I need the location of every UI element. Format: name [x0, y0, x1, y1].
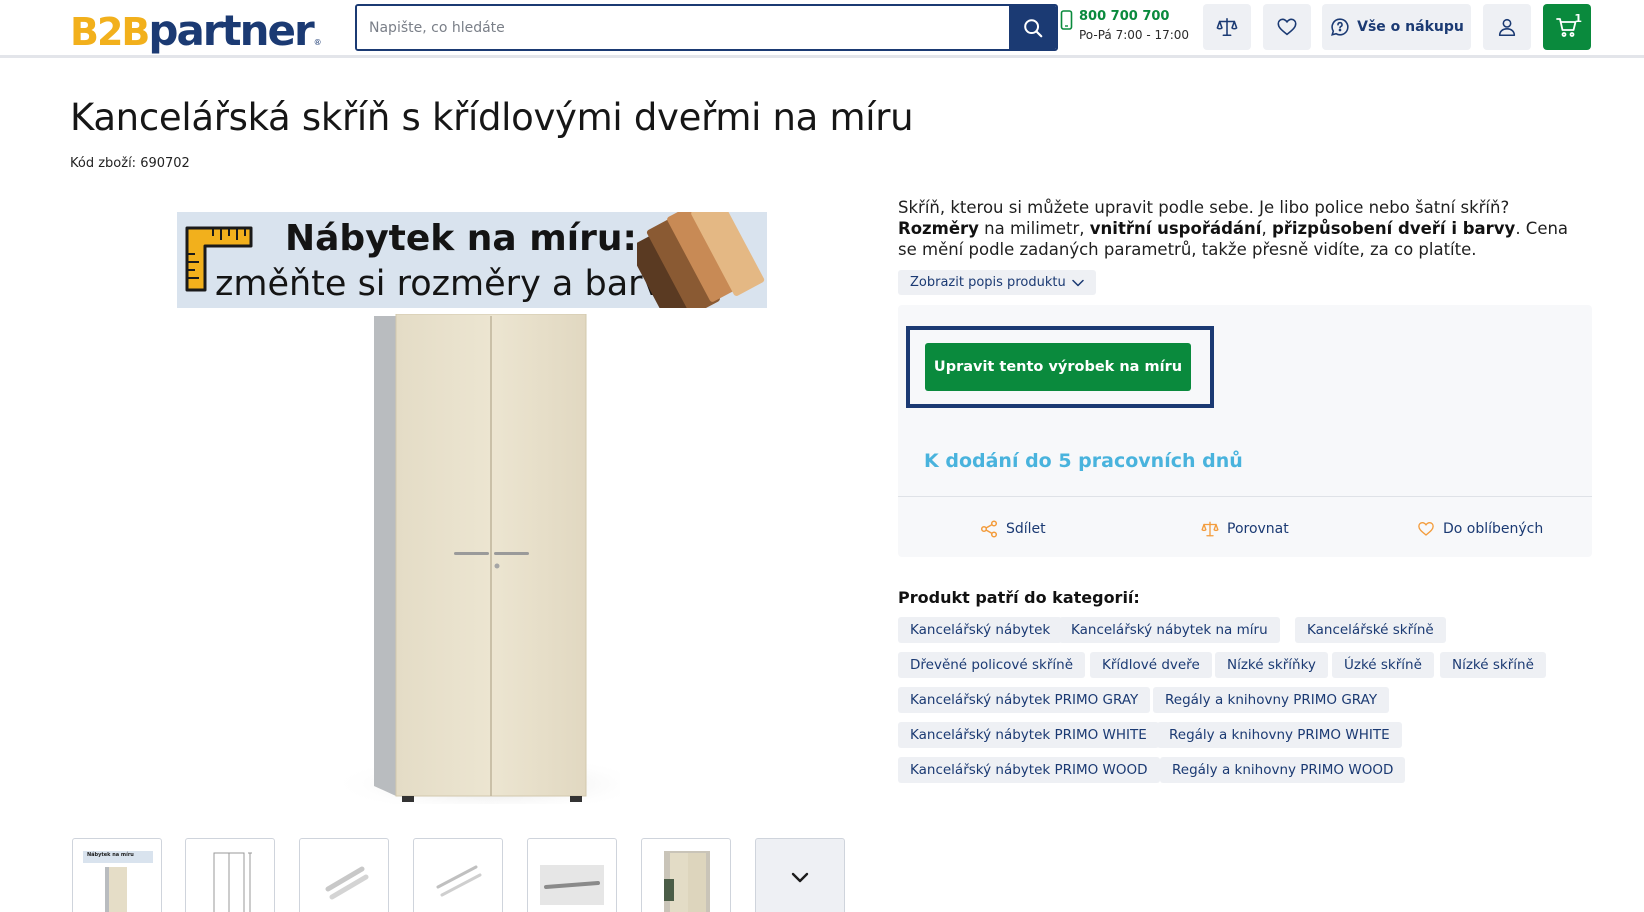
search-icon [1023, 18, 1042, 37]
description-text-3: , [1261, 219, 1272, 238]
category-tag[interactable]: Regály a knihovny PRIMO WHITE [1157, 722, 1402, 748]
favorite-label: Do oblíbených [1443, 521, 1544, 537]
wood-samples-image [637, 212, 765, 308]
category-tag[interactable]: Nízké skříňky [1215, 652, 1328, 678]
category-tag[interactable]: Nízké skříně [1440, 652, 1546, 678]
cart-count-badge: 1 [1574, 12, 1582, 25]
category-tag[interactable]: Kancelářský nábytek PRIMO WOOD [898, 757, 1160, 783]
product-title: Kancelářská skříň s křídlovými dveřmi na… [70, 96, 914, 139]
compare-label: Porovnat [1227, 521, 1289, 537]
thumbnail-4[interactable] [413, 838, 503, 912]
banner-headline: Nábytek na míru: [285, 218, 637, 259]
scales-icon [1201, 521, 1219, 537]
user-icon [1498, 18, 1516, 37]
room-scene-image [664, 851, 710, 912]
logo-partner-text: partner [148, 6, 314, 55]
category-tag[interactable]: Kancelářský nábytek na míru [1059, 617, 1280, 643]
banner-subline: změňte si rozměry a barvy [215, 264, 684, 304]
category-tag[interactable]: Křídlové dveře [1090, 652, 1212, 678]
categories-heading: Produkt patří do kategorií: [898, 588, 1140, 607]
search-button[interactable] [1009, 6, 1056, 49]
hanging-rail-image [540, 865, 604, 905]
category-tag[interactable]: Kancelářský nábytek PRIMO GRAY [898, 687, 1151, 713]
thumbnail-cabinet [105, 867, 127, 912]
thumbnail-3[interactable] [299, 838, 389, 912]
description-text-1: Skříň, kterou si můžete upravit podle se… [898, 198, 1510, 217]
mobile-phone-icon [1060, 10, 1073, 30]
phone-contact[interactable]: 800 700 700 Po-Pá 7:00 - 17:00 [1060, 8, 1195, 48]
compare-button[interactable]: Porovnat [1201, 520, 1289, 538]
custom-furniture-banner[interactable]: Nábytek na míru: změňte si rozměry a bar… [177, 212, 767, 308]
rail-parts-alt-image [436, 865, 482, 897]
chevron-down-icon [1071, 279, 1084, 286]
show-description-toggle[interactable]: Zobrazit popis produktu [898, 270, 1096, 295]
add-to-favorites-button[interactable]: Do oblíbených [1417, 520, 1543, 538]
thumbnail-1[interactable]: Nábytek na míru [72, 838, 162, 912]
chat-bubble-icon [1331, 18, 1349, 36]
category-tag[interactable]: Regály a knihovny PRIMO GRAY [1153, 687, 1390, 713]
cart-button[interactable]: 1 [1543, 4, 1591, 50]
site-logo[interactable]: B2B partner ® [70, 6, 322, 55]
description-text-2: na milimetr, [978, 219, 1090, 238]
category-tag[interactable]: Dřevěné policové skříně [898, 652, 1086, 678]
heart-icon [1418, 522, 1434, 536]
shopping-info-label: Vše o nákupu [1357, 19, 1464, 35]
description-bold-3: přizpůsobení dveří i barvy [1271, 219, 1516, 238]
site-header: B2B partner ® 800 700 700 Po-Pá 7:00 - 1… [0, 0, 1644, 58]
phone-hours: Po-Pá 7:00 - 17:00 [1079, 28, 1190, 42]
rail-parts-image [325, 866, 369, 900]
customize-product-button[interactable]: Upravit tento výrobek na míru [925, 343, 1191, 391]
thumbnail-banner-text: Nábytek na míru [87, 852, 134, 858]
product-short-description: Skříň, kterou si můžete upravit podle se… [898, 197, 1588, 260]
share-icon [980, 520, 998, 538]
favorites-header-button[interactable] [1263, 4, 1311, 50]
chevron-down-icon [791, 872, 809, 883]
scales-icon [1216, 17, 1238, 37]
compare-header-button[interactable] [1203, 4, 1251, 50]
technical-drawing-image [213, 852, 252, 912]
category-tag[interactable]: Regály a knihovny PRIMO WOOD [1160, 757, 1406, 783]
more-thumbnails-button[interactable] [755, 838, 845, 912]
show-description-label: Zobrazit popis produktu [910, 275, 1066, 290]
category-tag[interactable]: Úzké skříně [1332, 652, 1434, 678]
delivery-info: K dodání do 5 pracovních dnů [924, 450, 1243, 472]
thumbnail-5[interactable] [527, 838, 617, 912]
phone-number: 800 700 700 [1079, 9, 1170, 24]
registered-mark: ® [313, 38, 322, 47]
share-label: Sdílet [1006, 521, 1046, 537]
account-button[interactable] [1483, 4, 1531, 50]
product-sku: Kód zboží: 690702 [70, 156, 190, 171]
panel-divider [898, 496, 1592, 497]
category-tag[interactable]: Kancelářský nábytek PRIMO WHITE [898, 722, 1159, 748]
description-bold-2: vnitřní uspořádání [1089, 219, 1262, 238]
heart-icon [1277, 18, 1297, 36]
shopping-info-button[interactable]: Vše o nákupu [1322, 4, 1471, 50]
search-bar [355, 4, 1058, 51]
thumbnail-2[interactable] [185, 838, 275, 912]
category-tag[interactable]: Kancelářské skříně [1295, 617, 1446, 643]
share-button[interactable]: Sdílet [980, 520, 1046, 538]
description-bold-1: Rozměry [898, 219, 979, 238]
thumbnail-6[interactable] [641, 838, 731, 912]
product-main-image[interactable] [320, 314, 620, 804]
category-tag[interactable]: Kancelářský nábytek [898, 617, 1063, 643]
logo-b2b-text: B2B [70, 10, 150, 54]
search-input[interactable] [357, 6, 1009, 49]
